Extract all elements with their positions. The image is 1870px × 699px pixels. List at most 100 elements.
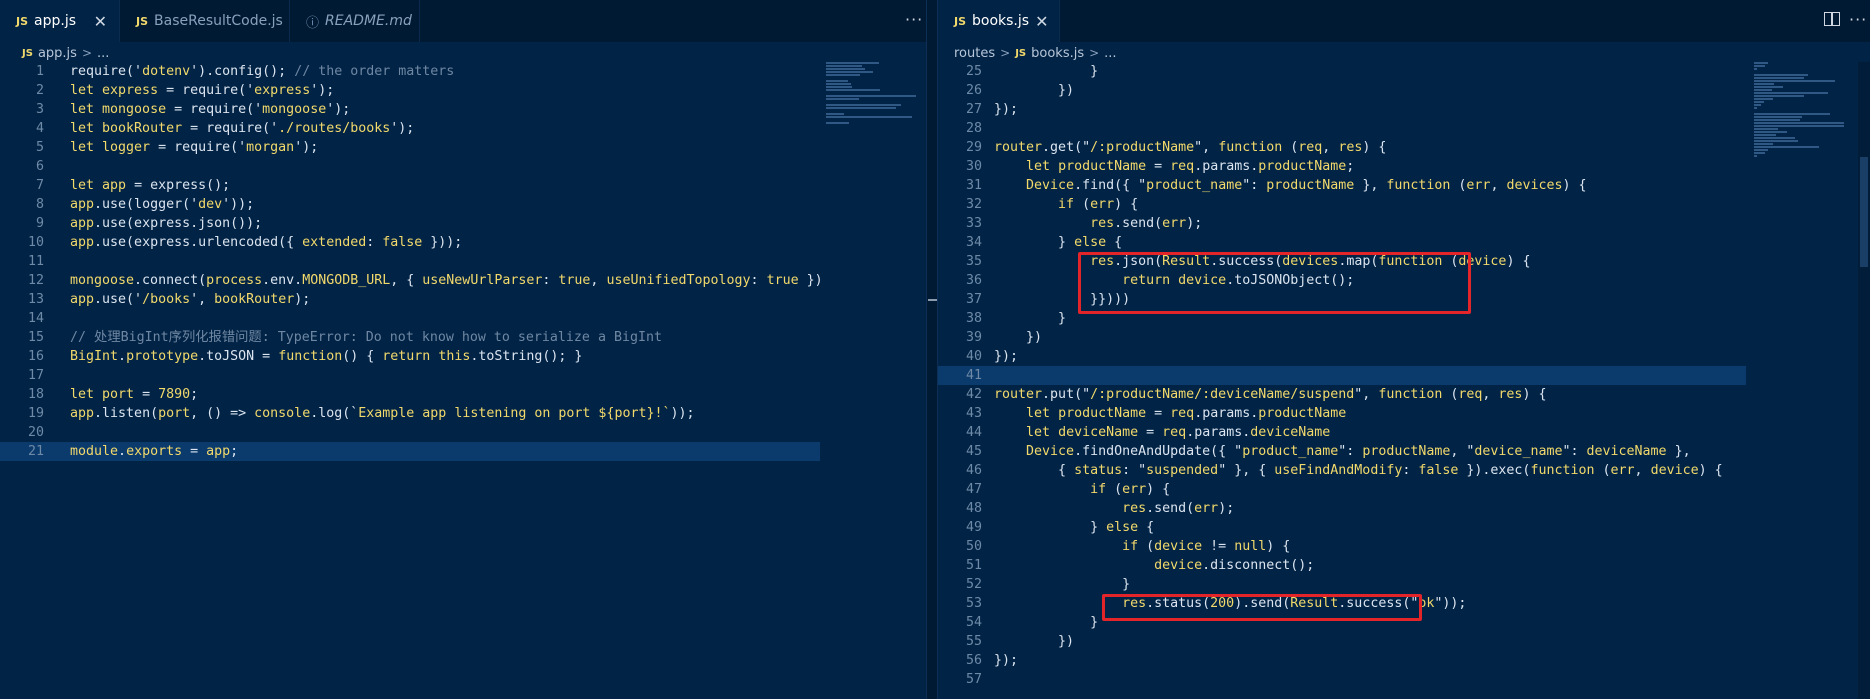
code-token: let	[70, 121, 103, 136]
code-line[interactable]: 14	[0, 309, 820, 328]
code-line[interactable]: 57	[938, 670, 1746, 689]
code-token: null	[1234, 539, 1267, 554]
code-token: .params.	[1194, 406, 1259, 421]
code-line[interactable]: 13 app.use('/books', bookRouter);	[0, 290, 820, 309]
code-token: (	[1106, 482, 1123, 497]
code-line[interactable]: 26 })	[938, 81, 1746, 100]
code-line[interactable]: 56});	[938, 651, 1746, 670]
code-line[interactable]: 15 // 处理BigInt序列化报错问题: TypeError: Do not …	[0, 328, 820, 347]
info-icon: ⓘ	[306, 15, 320, 31]
line-code: app.use('/books', bookRouter);	[70, 290, 310, 309]
tab-readme-md[interactable]: ⓘ README.md	[290, 0, 420, 42]
code-line[interactable]: 29 router.get("/:productName", function (…	[938, 138, 1746, 157]
code-line[interactable]: 18 let port = 7890;	[0, 385, 820, 404]
close-icon[interactable]: ✕	[1035, 12, 1048, 31]
code-token: .connect(	[134, 273, 207, 288]
split-editor-icon[interactable]	[1824, 12, 1840, 26]
minimap-line	[826, 95, 916, 97]
code-token: {	[1138, 520, 1155, 535]
code-line[interactable]: 11	[0, 252, 820, 271]
code-line[interactable]: 21 module.exports = app;	[0, 442, 820, 461]
highlight-box-json-map	[1078, 252, 1471, 314]
code-line[interactable]: 27});	[938, 100, 1746, 119]
code-line[interactable]: 28	[938, 119, 1746, 138]
code-line[interactable]: 49 } else {	[938, 518, 1746, 537]
code-line[interactable]: 17	[0, 366, 820, 385]
code-token: productName	[1058, 159, 1147, 174]
code-line[interactable]: 40});	[938, 347, 1746, 366]
minimap-line	[1754, 80, 1836, 82]
code-line[interactable]: 7 let app = express();	[0, 176, 820, 195]
code-line[interactable]: 42 router.put("/:productName/:deviceName/…	[938, 385, 1746, 404]
split-sash[interactable]	[926, 0, 938, 699]
code-line[interactable]: 1 require('dotenv').config(); // the orde…	[0, 62, 820, 81]
line-number: 42	[965, 387, 982, 402]
code-token: dotenv	[142, 64, 191, 79]
minimap[interactable]	[826, 62, 922, 699]
code-line[interactable]: 12 mongoose.connect(process.env.MONGODB_U…	[0, 271, 823, 290]
code-token: });	[994, 349, 1019, 364]
code-token: let	[1026, 425, 1059, 440]
code-line[interactable]: 16 BigInt.prototype.toJSON = function() {…	[0, 347, 820, 366]
minimap-line	[826, 104, 901, 106]
code-line[interactable]: 8 app.use(logger('dev'));	[0, 195, 820, 214]
code-token: res	[1122, 501, 1147, 516]
code-token: ) {	[1362, 140, 1387, 155]
line-code: let bookRouter = require('./routes/books…	[70, 119, 414, 138]
code-token: function	[1530, 463, 1595, 478]
line-number: 1	[35, 64, 44, 79]
highlight-box-status-send	[1102, 594, 1422, 621]
code-line[interactable]: 10 app.use(express.urlencoded({ extended:…	[0, 233, 820, 252]
code-line[interactable]: 5 let logger = require('morgan');	[0, 138, 820, 157]
code-line[interactable]: 48 res.send(err);	[938, 499, 1746, 518]
code-line[interactable]: 45 Device.findOneAndUpdate({ "product_na…	[938, 442, 1746, 461]
tab-app-js[interactable]: JS app.js ✕	[0, 0, 120, 42]
line-code: // 处理BigInt序列化报错问题: TypeError: Do not kn…	[70, 328, 662, 347]
breadcrumb-symbol[interactable]: ...	[1104, 46, 1116, 61]
code-token: :	[542, 273, 559, 288]
line-code: }	[994, 613, 1098, 632]
code-token: 7890	[158, 387, 191, 402]
line-code: let express = require('express');	[70, 81, 334, 100]
code-line[interactable]: 32 if (err) {	[938, 195, 1746, 214]
code-line[interactable]: 2 let express = require('express');	[0, 81, 820, 100]
tab-baseresultcode-js[interactable]: JS BaseResultCode.js	[120, 0, 290, 42]
code-line[interactable]: 41	[938, 366, 1746, 385]
breadcrumb-file[interactable]: app.js	[38, 46, 77, 61]
code-line[interactable]: 55 })	[938, 632, 1746, 651]
tab-books-js[interactable]: JS books.js ✕	[938, 0, 1060, 42]
code-line[interactable]: 39 })	[938, 328, 1746, 347]
code-line[interactable]: 31 Device.find({ "product_name": product…	[938, 176, 1746, 195]
code-token: port	[158, 406, 191, 421]
more-actions-icon[interactable]: ···	[1849, 10, 1867, 29]
code-line[interactable]: 50 if (device != null) {	[938, 537, 1746, 556]
breadcrumb-file[interactable]: books.js	[1031, 46, 1084, 61]
code-line[interactable]: 3 let mongoose = require('mongoose');	[0, 100, 820, 119]
close-icon[interactable]: ✕	[94, 12, 107, 31]
code-line[interactable]: 6	[0, 157, 820, 176]
scrollbar-thumb[interactable]	[1860, 157, 1868, 267]
code-line[interactable]: 46 { status: "suspended" }, { useFindAnd…	[938, 461, 1746, 480]
code-line[interactable]: 25 }	[938, 62, 1746, 81]
code-line[interactable]: 19 app.listen(port, () => console.log(`Ex…	[0, 404, 820, 423]
vertical-scrollbar[interactable]	[1858, 62, 1870, 699]
code-line[interactable]: 51 device.disconnect();	[938, 556, 1746, 575]
breadcrumb-symbol[interactable]: ...	[97, 46, 109, 61]
code-line[interactable]: 30 let productName = req.params.productN…	[938, 157, 1746, 176]
code-line[interactable]: 4 let bookRouter = require('./routes/book…	[0, 119, 820, 138]
minimap[interactable]	[1754, 62, 1850, 699]
code-line[interactable]: 20	[0, 423, 820, 442]
code-token: // the order matters	[294, 64, 455, 79]
code-line[interactable]: 47 if (err) {	[938, 480, 1746, 499]
code-line[interactable]: 52 }	[938, 575, 1746, 594]
code-line[interactable]: 43 let productName = req.params.productN…	[938, 404, 1746, 423]
code-token: (	[1450, 178, 1467, 193]
code-line[interactable]: 33 res.send(err);	[938, 214, 1746, 233]
breadcrumb-folder[interactable]: routes	[954, 46, 995, 61]
code-line[interactable]: 44 let deviceName = req.params.deviceNam…	[938, 423, 1746, 442]
more-actions-icon[interactable]: ···	[905, 10, 923, 29]
code-editor-app-js[interactable]: 1 require('dotenv').config(); // the orde…	[0, 62, 926, 699]
chevron-right-icon: >	[1000, 46, 1011, 60]
code-line[interactable]: 34 } else {	[938, 233, 1746, 252]
code-line[interactable]: 9 app.use(express.json());	[0, 214, 820, 233]
